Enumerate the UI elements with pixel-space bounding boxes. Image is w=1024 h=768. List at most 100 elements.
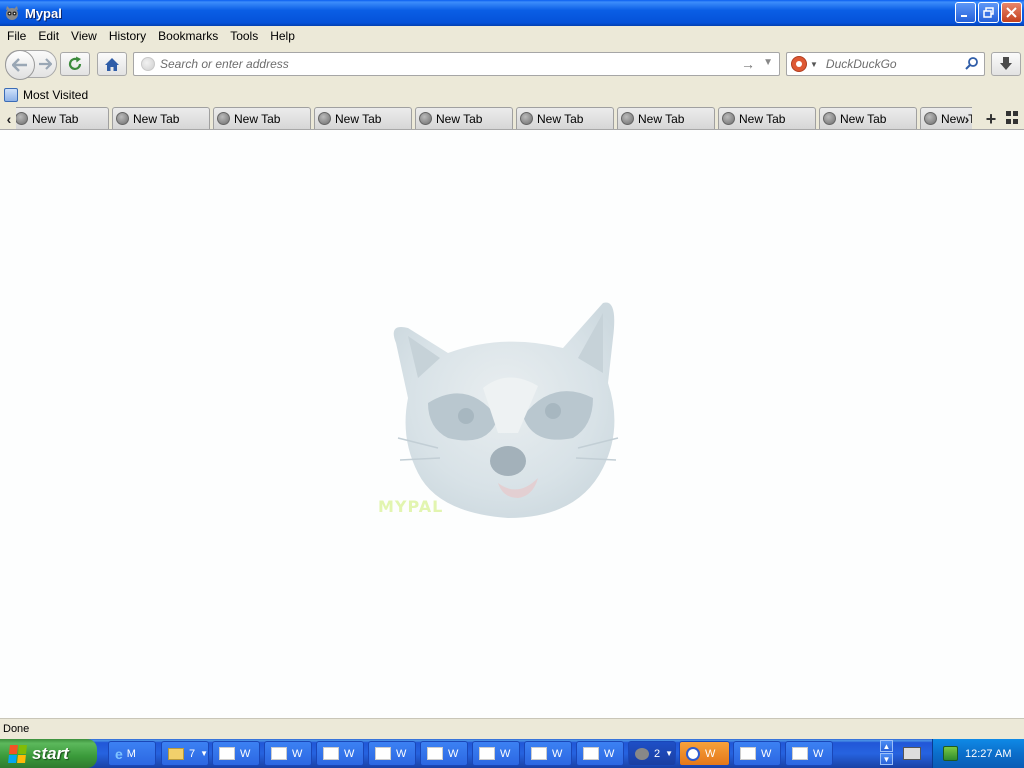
back-forward-group	[5, 50, 57, 80]
tab[interactable]: New Tab	[415, 107, 513, 129]
folder-icon	[168, 747, 184, 760]
tab[interactable]: New Tab	[819, 107, 917, 129]
menu-tools[interactable]: Tools	[224, 29, 264, 43]
taskbar-button[interactable]: W	[472, 741, 520, 766]
minimize-button[interactable]	[955, 2, 976, 23]
keyboard-layout-icon[interactable]	[903, 747, 921, 760]
engine-dropdown-icon[interactable]: ▼	[810, 60, 818, 69]
duckduckgo-engine-icon[interactable]	[791, 56, 807, 72]
raccoon-logo-image	[393, 302, 619, 518]
address-input[interactable]	[160, 57, 720, 71]
tab[interactable]: New Tab	[718, 107, 816, 129]
mypal-app-icon	[6, 6, 18, 20]
taskbar-button[interactable]: W	[316, 741, 364, 766]
go-arrow-icon[interactable]: →	[741, 56, 755, 72]
tab[interactable]: New Tab	[112, 107, 210, 129]
tab-scroll-left-icon[interactable]: ‹	[1, 109, 17, 129]
restore-button[interactable]	[978, 2, 999, 23]
back-button[interactable]	[5, 50, 35, 80]
globe-icon	[621, 112, 634, 125]
history-dropdown-icon[interactable]: ▼	[763, 57, 773, 68]
menu-bookmarks[interactable]: Bookmarks	[152, 29, 224, 43]
globe-icon	[924, 112, 937, 125]
taskbar-button[interactable]: W	[576, 741, 624, 766]
taskbar-button-label: 2	[654, 747, 661, 760]
download-arrow-icon	[1000, 57, 1012, 70]
globe-icon	[318, 112, 331, 125]
globe-icon	[520, 112, 533, 125]
taskbar-button[interactable]: W	[785, 741, 833, 766]
home-button[interactable]	[97, 52, 127, 76]
taskbar-button-label: W	[604, 747, 615, 760]
home-icon	[105, 57, 119, 71]
taskbar-button-mypal-group[interactable]: 2 ▼	[628, 741, 676, 766]
group-dropdown-icon: ▼	[200, 749, 209, 758]
taskbar-button-label: W	[344, 747, 355, 760]
menu-edit[interactable]: Edit	[32, 29, 65, 43]
taskbar-button[interactable]: W	[368, 741, 416, 766]
address-bar[interactable]: → ▼	[133, 52, 780, 76]
search-input[interactable]	[825, 57, 966, 71]
navigation-toolbar: → ▼ ▼	[0, 46, 1024, 84]
start-label: start	[32, 743, 69, 763]
ie-icon: e	[115, 745, 123, 762]
taskbar-button-ie[interactable]: e M	[108, 741, 156, 766]
taskbar-button[interactable]: W	[733, 741, 781, 766]
tab-label: New Tab	[32, 111, 79, 126]
page-content: MYPAL	[0, 130, 1024, 718]
downloads-button[interactable]	[991, 52, 1021, 76]
page-identity-icon[interactable]	[141, 57, 155, 71]
start-button[interactable]: start	[0, 739, 97, 768]
window-icon	[479, 747, 495, 760]
taskbar: start e M 7 ▼ W W W W W W W W 2 ▼ W W W …	[0, 739, 1024, 768]
bookmark-most-visited[interactable]: Most Visited	[4, 88, 88, 102]
new-tab-button[interactable]: +	[981, 109, 1001, 129]
most-visited-icon	[4, 88, 18, 102]
taskbar-button[interactable]: W	[264, 741, 312, 766]
close-icon	[1006, 7, 1017, 18]
tab[interactable]: New Tab	[16, 107, 109, 129]
tab-label: New Tab	[133, 111, 180, 126]
menu-history[interactable]: History	[103, 29, 152, 43]
window-icon	[740, 747, 756, 760]
back-arrow-icon	[12, 58, 27, 72]
windows-flag-icon	[8, 744, 28, 763]
taskbar-button-label: W	[813, 747, 824, 760]
mypal-icon	[635, 747, 649, 760]
clock[interactable]: 12:27 AM	[965, 748, 1011, 760]
close-button[interactable]	[1001, 2, 1022, 23]
tab-scroll-right-icon[interactable]: ›	[959, 109, 975, 129]
restore-icon	[983, 7, 994, 18]
taskbar-button-media[interactable]: W	[679, 741, 730, 766]
all-tabs-icon[interactable]	[1006, 111, 1020, 125]
menu-help[interactable]: Help	[264, 29, 301, 43]
reload-icon	[68, 56, 82, 70]
reload-button[interactable]	[60, 52, 90, 76]
tab-label: New Tab	[739, 111, 786, 126]
globe-icon	[116, 112, 129, 125]
taskbar-button[interactable]: W	[420, 741, 468, 766]
network-icon[interactable]	[943, 746, 958, 761]
menu-view[interactable]: View	[65, 29, 103, 43]
taskbar-button-label: W	[292, 747, 303, 760]
tab[interactable]: New Tab	[213, 107, 311, 129]
tab[interactable]: New Tab	[617, 107, 715, 129]
tab[interactable]: New Tab	[516, 107, 614, 129]
title-bar[interactable]: Mypal	[0, 0, 1024, 26]
tab-label: New Tab	[537, 111, 584, 126]
forward-button[interactable]	[38, 57, 53, 74]
taskbar-button-label: W	[396, 747, 407, 760]
window-icon	[792, 747, 808, 760]
forward-arrow-icon	[39, 58, 53, 70]
bookmark-label: Most Visited	[23, 88, 89, 102]
tab[interactable]: New Tab	[314, 107, 412, 129]
media-icon	[686, 746, 700, 761]
taskbar-button-folder-group[interactable]: 7 ▼	[161, 741, 209, 766]
menu-file[interactable]: File	[0, 29, 32, 43]
search-bar[interactable]: ▼	[786, 52, 985, 76]
scroll-up-icon[interactable]: ▲	[880, 740, 893, 752]
taskbar-button[interactable]: W	[212, 741, 260, 766]
taskbar-button[interactable]: W	[524, 741, 572, 766]
search-icon[interactable]	[965, 56, 979, 70]
scroll-down-icon[interactable]: ▼	[880, 753, 893, 765]
